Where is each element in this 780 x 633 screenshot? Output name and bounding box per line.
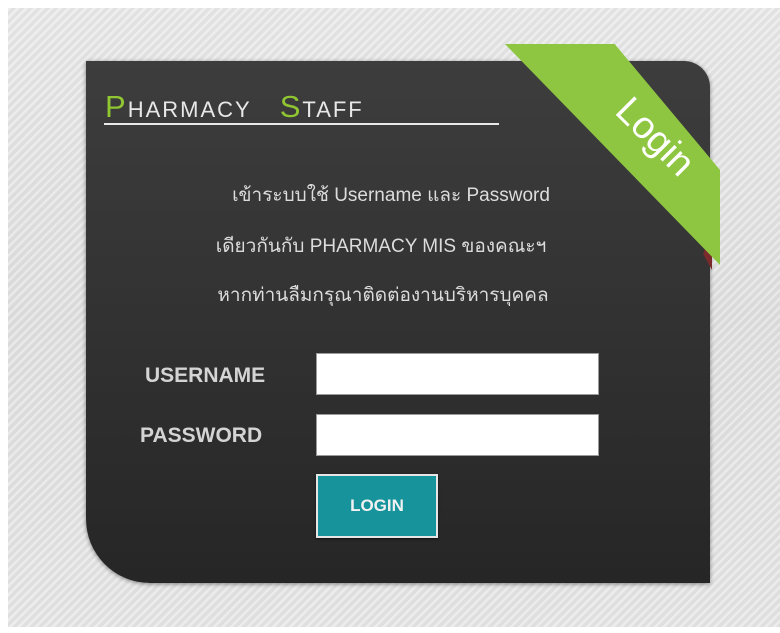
info-line-1: เข้าระบบใช้ Username และ Password (232, 185, 550, 206)
title-initial-s: S (279, 89, 303, 124)
info-line-2: เดียวกันกับ PHARMACY MIS ของคณะฯ (215, 236, 547, 257)
password-label: PASSWORD (140, 424, 263, 447)
login-button[interactable]: LOGIN (316, 474, 438, 538)
info-line-3: หากท่านลืมกรุณาติดต่องานบริหารบุคคล (217, 285, 549, 306)
username-label: USERNAME (145, 364, 266, 387)
title-rest-harmacy: HARMACY (127, 97, 252, 122)
password-input[interactable] (316, 414, 599, 456)
title-rest-taff: TAFF (302, 97, 364, 122)
title-initial-p: P (105, 89, 128, 124)
app-title: PHARMACY STAFF (105, 88, 487, 126)
title-underline (104, 123, 499, 125)
username-input[interactable] (316, 353, 599, 395)
